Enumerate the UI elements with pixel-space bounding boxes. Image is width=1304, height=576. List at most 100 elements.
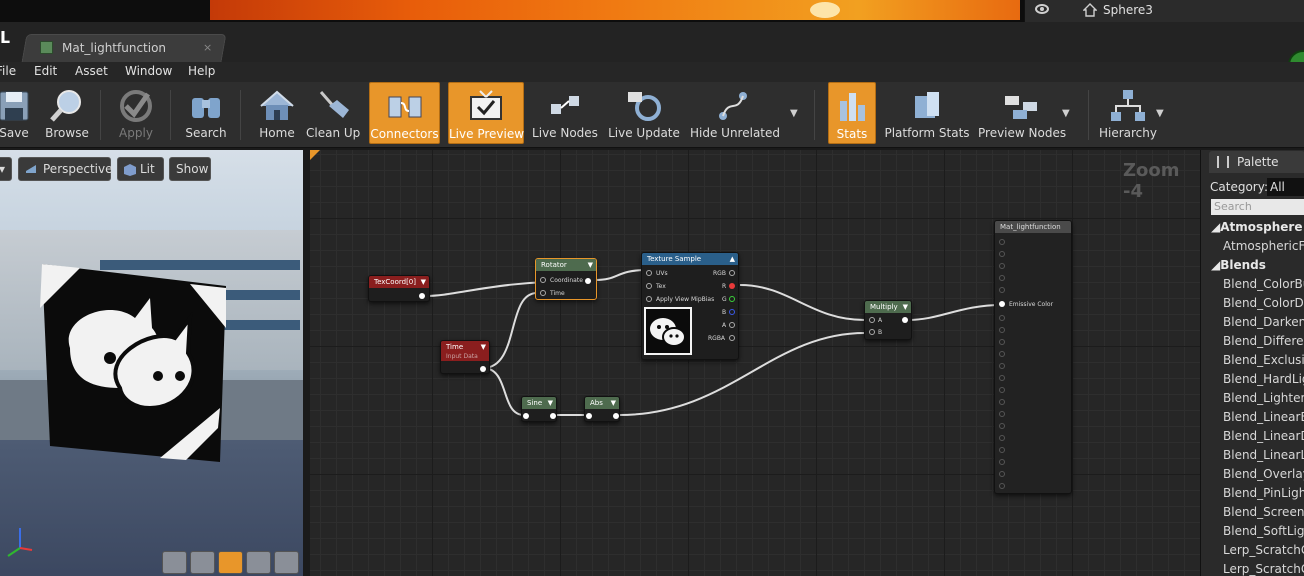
palette-item[interactable]: Blend_Overlay (1223, 467, 1304, 481)
result-input-pin[interactable] (999, 339, 1005, 345)
visibility-eye-icon[interactable] (1035, 4, 1049, 14)
result-input-pin[interactable] (999, 351, 1005, 357)
live-nodes-button[interactable]: Live Nodes (530, 82, 600, 144)
result-input-pin[interactable] (999, 315, 1005, 321)
collapse-arrow-icon[interactable]: ▼ (481, 341, 486, 353)
rotator-node[interactable]: Rotator ▼ Coordinate Time (535, 258, 597, 300)
palette-item[interactable]: Blend_Lighten (1223, 391, 1304, 405)
material-result-node[interactable]: Mat_lightfunction Emissive Color (994, 220, 1072, 494)
browse-button[interactable]: Browse (40, 82, 94, 144)
viewport-options-dropdown[interactable]: ▾ (0, 157, 12, 181)
palette-item[interactable]: Blend_LinearB (1223, 410, 1304, 424)
palette-item[interactable]: Blend_LinearD (1223, 429, 1304, 443)
result-input-pin[interactable] (999, 251, 1005, 257)
toolbar-dropdown-icon[interactable]: ▼ (790, 108, 798, 119)
result-input-pin[interactable] (999, 423, 1005, 429)
collapse-arrow-icon[interactable]: ▼ (421, 276, 426, 288)
abs-node[interactable]: Abs ▼ (584, 396, 620, 422)
home-button[interactable]: Home (250, 82, 304, 144)
lit-button[interactable]: Lit (117, 157, 164, 181)
palette-item[interactable]: Blend_Screen (1223, 505, 1304, 519)
palette-category-blends[interactable]: ◢Blends (1211, 258, 1266, 272)
rotator-coordinate-pin[interactable] (540, 277, 546, 283)
clean-up-button[interactable]: Clean Up (306, 82, 360, 144)
result-emissive-pin[interactable] (999, 301, 1005, 307)
abs-output-pin[interactable] (613, 413, 619, 419)
multiply-a-pin[interactable] (869, 317, 875, 323)
texsample-g-pin[interactable] (729, 296, 735, 302)
collapse-arrow-icon[interactable]: ▼ (548, 397, 553, 409)
time-node[interactable]: Time ▼ Input Data (440, 340, 490, 374)
palette-item[interactable]: Blend_HardLigh (1223, 372, 1304, 386)
result-input-pin[interactable] (999, 387, 1005, 393)
multiply-output-pin[interactable] (902, 317, 908, 323)
texsample-b-pin[interactable] (729, 309, 735, 315)
palette-item[interactable]: Blend_SoftLigh (1223, 524, 1304, 538)
plane-preview-icon[interactable] (218, 551, 243, 574)
world-outliner-row[interactable]: Sphere3 (1024, 0, 1304, 22)
time-output-pin[interactable] (480, 366, 486, 372)
result-input-pin[interactable] (999, 471, 1005, 477)
live-update-button[interactable]: Live Update (608, 82, 680, 144)
hide-unrelated-button[interactable]: Hide Unrelated (690, 82, 780, 144)
result-input-pin[interactable] (999, 375, 1005, 381)
palette-item[interactable]: Lerp_ScratchG (1223, 562, 1304, 576)
texsample-rgb-pin[interactable] (729, 270, 735, 276)
material-graph-canvas[interactable]: Zoom -4 TexCoord[0] ▼ Rotator ▼ Coordinate… (310, 150, 1200, 576)
connectors-toggle[interactable]: Connectors (369, 82, 440, 144)
sine-input-pin[interactable] (523, 413, 529, 419)
result-input-pin[interactable] (999, 411, 1005, 417)
panel-splitter[interactable] (303, 150, 310, 576)
palette-item[interactable]: Blend_ColorBu (1223, 277, 1304, 291)
menu-help[interactable]: Help (188, 64, 215, 78)
sine-node[interactable]: Sine ▼ (521, 396, 557, 422)
texsample-rgba-pin[interactable] (729, 335, 735, 341)
collapse-arrow-icon[interactable]: ▼ (903, 301, 908, 313)
rotator-time-pin[interactable] (540, 290, 546, 296)
result-input-pin[interactable] (999, 287, 1005, 293)
palette-item[interactable]: Lerp_ScratchG (1223, 543, 1304, 557)
show-button[interactable]: Show (169, 157, 211, 181)
abs-input-pin[interactable] (586, 413, 592, 419)
result-input-pin[interactable] (999, 483, 1005, 489)
texture-sample-node[interactable]: Texture Sample ▲ UVs Tex Apply View MipBi… (641, 252, 739, 360)
multiply-node[interactable]: Multiply ▼ A B (864, 300, 912, 340)
result-input-pin[interactable] (999, 239, 1005, 245)
live-preview-toggle[interactable]: Live Preview (448, 82, 524, 144)
palette-item[interactable]: Blend_Differen (1223, 334, 1304, 348)
cube-preview-icon[interactable] (246, 551, 271, 574)
multiply-b-pin[interactable] (869, 329, 875, 335)
apply-button[interactable]: Apply (110, 82, 162, 144)
preview-nodes-button[interactable]: Preview Nodes (978, 82, 1066, 144)
texcoord-node[interactable]: TexCoord[0] ▼ (368, 275, 430, 302)
result-input-pin[interactable] (999, 435, 1005, 441)
palette-item[interactable]: Blend_Darken (1223, 315, 1304, 329)
texcoord-output-pin[interactable] (419, 293, 425, 299)
sphere-preview-icon[interactable] (190, 551, 215, 574)
palette-item[interactable]: Blend_ColorDo (1223, 296, 1304, 310)
platform-stats-button[interactable]: Platform Stats (884, 82, 970, 144)
texsample-uvs-pin[interactable] (646, 270, 652, 276)
toolbar-dropdown-icon[interactable]: ▼ (1156, 108, 1164, 119)
palette-item[interactable]: AtmosphericFo (1223, 239, 1304, 253)
palette-tab[interactable]: Palette (1209, 151, 1304, 173)
stats-toggle[interactable]: Stats (828, 82, 876, 144)
collapse-arrow-icon[interactable]: ▼ (588, 259, 593, 271)
palette-item[interactable]: Blend_LinearLi (1223, 448, 1304, 462)
texsample-a-pin[interactable] (729, 322, 735, 328)
hierarchy-button[interactable]: Hierarchy (1098, 82, 1158, 144)
search-button[interactable]: Search (180, 82, 232, 144)
preview-viewport[interactable] (0, 150, 303, 576)
menu-window[interactable]: Window (125, 64, 172, 78)
cylinder-preview-icon[interactable] (162, 551, 187, 574)
result-input-pin[interactable] (999, 327, 1005, 333)
palette-search-input[interactable]: Search (1211, 199, 1304, 215)
rotator-output-pin[interactable] (585, 278, 591, 284)
result-input-pin[interactable] (999, 275, 1005, 281)
texsample-mipbias-pin[interactable] (646, 296, 652, 302)
toolbar-dropdown-icon[interactable]: ▼ (1062, 108, 1070, 119)
menu-edit[interactable]: Edit (34, 64, 57, 78)
result-input-pin[interactable] (999, 399, 1005, 405)
menu-file[interactable]: File (0, 64, 16, 78)
sine-output-pin[interactable] (550, 413, 556, 419)
